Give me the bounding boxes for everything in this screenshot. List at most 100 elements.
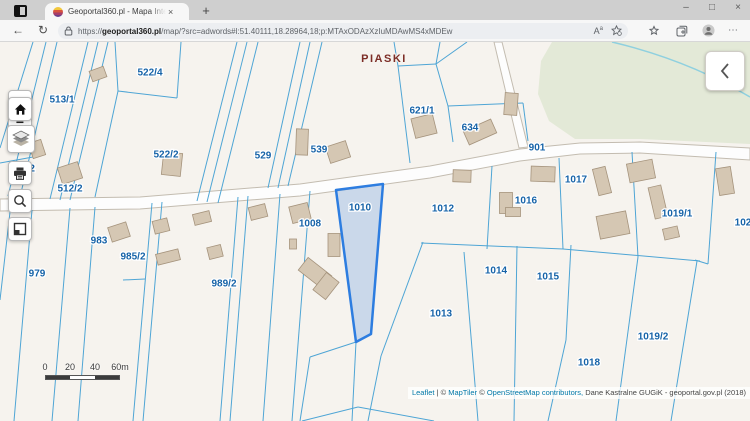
- parcel-boundary-line: [263, 194, 280, 421]
- parcel-label: 1010: [349, 203, 372, 214]
- window-close-button[interactable]: ×: [732, 2, 744, 13]
- parcel-label: 1019/2: [638, 332, 669, 343]
- parcel-boundary-line: [436, 42, 440, 64]
- building: [626, 159, 655, 183]
- parcel-label: 634: [462, 123, 479, 134]
- parcel-boundary-line: [218, 42, 258, 203]
- parcel-boundary-line: [708, 152, 716, 264]
- maptiler-link[interactable]: MapTiler: [448, 388, 477, 397]
- parcel-boundary-line: [133, 203, 152, 421]
- parcel-label: 1017: [565, 175, 588, 186]
- chevron-left-icon: [718, 62, 732, 80]
- leaflet-link[interactable]: Leaflet: [412, 388, 435, 397]
- building: [715, 166, 734, 195]
- parcel-boundary-line: [559, 158, 563, 249]
- parcel-boundary-line: [268, 42, 300, 188]
- tab-title: Geoportal360.pl - Mapa Interakty: [68, 6, 166, 18]
- map-attribution: Leaflet | © MapTiler © OpenStreetMap con…: [408, 387, 750, 399]
- home-icon: [14, 103, 27, 116]
- parcel-label: 1016: [515, 196, 538, 207]
- search-button[interactable]: [8, 189, 32, 213]
- building: [662, 226, 679, 240]
- parcel-label: 989/2: [211, 279, 236, 290]
- building: [328, 234, 340, 257]
- parcel-boundary-line: [398, 66, 410, 163]
- parcel-boundary-line: [436, 64, 448, 106]
- home-button[interactable]: [8, 97, 32, 121]
- favorites-star-icon[interactable]: [611, 25, 622, 38]
- parcel-boundary-line: [123, 279, 145, 280]
- parcel-boundary-line: [177, 42, 181, 98]
- building: [192, 211, 211, 226]
- parcel-label: 102: [735, 218, 750, 229]
- parcel-boundary-line: [197, 42, 237, 201]
- osm-link[interactable]: OpenStreetMap contributors,: [487, 388, 583, 397]
- parcel-label: 1014: [485, 266, 508, 277]
- search-icon: [13, 194, 27, 208]
- parcel-label: 522/2: [153, 150, 178, 161]
- panel-back-button[interactable]: [705, 51, 745, 91]
- url-text[interactable]: https://geoportal360.pl/map/?src=adwords…: [78, 27, 586, 36]
- parcel-boundary-line: [566, 245, 571, 340]
- parcel-label: 522/4: [137, 68, 162, 79]
- print-button[interactable]: [8, 161, 32, 185]
- layers-icon: [11, 130, 31, 148]
- address-bar[interactable]: https://geoportal360.pl/map/?src=adwords…: [58, 23, 628, 39]
- tab-close-icon[interactable]: ×: [168, 7, 173, 17]
- map-canvas[interactable]: 9/2513/1522/4512/2522/2529539621/1634901…: [0, 42, 750, 421]
- building: [296, 129, 309, 155]
- parcel-boundary-line: [143, 202, 162, 421]
- parcel-label: 983: [91, 236, 108, 247]
- parcel-boundary-line: [421, 243, 563, 249]
- refresh-button[interactable]: ↻: [38, 23, 48, 37]
- window-maximize-button[interactable]: □: [706, 2, 718, 13]
- profile-avatar[interactable]: [702, 24, 715, 40]
- cadastral-map: 9/2513/1522/4512/2522/2529539621/1634901…: [0, 42, 750, 421]
- building: [152, 218, 170, 234]
- parcel-label: 621/1: [409, 106, 434, 117]
- map-extent-icon: [13, 222, 27, 236]
- building: [108, 222, 131, 242]
- read-aloud-icon[interactable]: Aa: [594, 26, 603, 36]
- collections-icon[interactable]: [648, 25, 660, 40]
- building: [325, 141, 350, 164]
- parcel-label: 1018: [578, 358, 601, 369]
- parcel-boundary-line: [487, 166, 492, 249]
- new-tab-button[interactable]: +: [198, 3, 214, 19]
- settings-more-icon[interactable]: ⋯: [728, 25, 738, 36]
- parcel-label: 985/2: [120, 252, 145, 263]
- parcel-boundary-line: [352, 342, 356, 421]
- browser-titlebar: Geoportal360.pl - Mapa Interakty × + – □…: [0, 0, 750, 20]
- parcel-label: 512/2: [57, 184, 82, 195]
- building: [504, 93, 519, 116]
- parcel-boundary-line: [14, 210, 32, 421]
- parcel-label: 513/1: [49, 95, 74, 106]
- building: [596, 211, 630, 239]
- building: [506, 208, 521, 217]
- building: [207, 244, 223, 259]
- tab-actions-menu-icon[interactable]: [14, 5, 27, 17]
- building: [156, 249, 181, 265]
- parcel-boundary-line: [95, 91, 118, 197]
- parcel-label: 1019/1: [662, 209, 693, 220]
- place-name-label: PIASKI: [361, 53, 407, 65]
- parcel-boundary-line: [300, 357, 310, 421]
- back-button[interactable]: ←: [12, 23, 24, 37]
- parcel-label: 979: [29, 269, 46, 280]
- parcel-boundary-line: [230, 196, 248, 421]
- building: [592, 166, 611, 195]
- browser-tab[interactable]: Geoportal360.pl - Mapa Interakty ×: [45, 3, 189, 20]
- map-extent-button[interactable]: [8, 217, 32, 241]
- site-favicon-icon: [53, 7, 63, 17]
- layers-button[interactable]: [7, 125, 35, 153]
- parcel-boundary-line: [548, 340, 566, 421]
- lock-icon: [64, 26, 73, 36]
- parcel-boundary-line: [115, 42, 118, 91]
- browser-tabs-icon[interactable]: [676, 25, 688, 40]
- browser-navbar: ← ↻ https://geoportal360.pl/map/?src=adw…: [0, 20, 750, 42]
- window-minimize-button[interactable]: –: [680, 2, 692, 13]
- parcel-boundary-line: [207, 42, 247, 202]
- building: [531, 166, 556, 182]
- parcel-boundary-line: [118, 91, 177, 98]
- parcel-label: 529: [255, 151, 272, 162]
